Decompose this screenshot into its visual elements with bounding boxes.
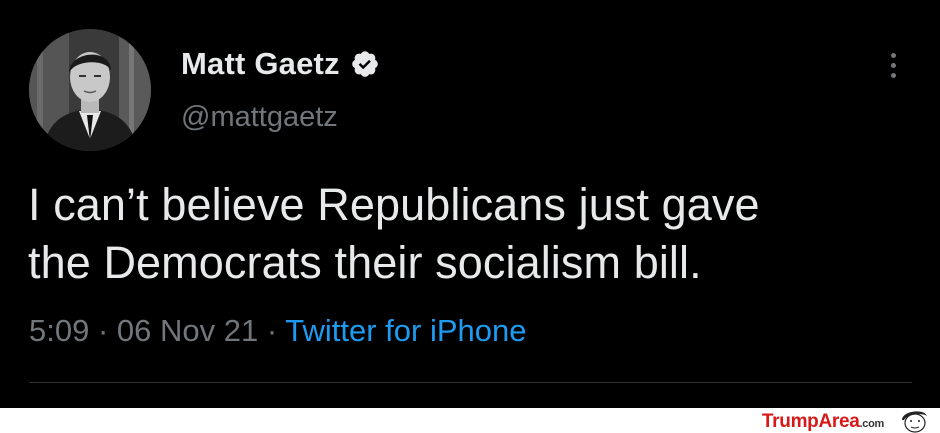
divider (29, 382, 912, 383)
watermark-brand: TrumpArea (761, 411, 860, 432)
author-name-row: Matt Gaetz (181, 44, 380, 84)
tweet-card: Matt Gaetz @mattgaetz I can’t believe Re… (0, 0, 940, 408)
more-options-icon[interactable] (876, 48, 910, 82)
display-name[interactable]: Matt Gaetz (181, 46, 340, 82)
profile-photo-icon (29, 29, 151, 151)
author-handle[interactable]: @mattgaetz (181, 101, 338, 134)
dot (890, 62, 896, 68)
tweet-metadata: 5:09 · 06 Nov 21 · Twitter for iPhone (29, 313, 526, 349)
avatar[interactable] (29, 29, 151, 151)
verified-badge-icon (350, 49, 380, 79)
dot (890, 72, 896, 78)
watermark-bar: TrumpArea.com (0, 408, 940, 433)
tweet-time[interactable]: 5:09 (29, 313, 89, 348)
tweet-text: I can’t believe Republicans just gave th… (28, 176, 908, 292)
tweet-text-line-2: the Democrats their socialism bill. (28, 237, 702, 288)
separator: · (97, 313, 117, 348)
watermark-logo: TrumpArea.com (762, 411, 884, 433)
watermark-suffix: .com (859, 418, 885, 430)
tweet-source-link[interactable]: Twitter for iPhone (285, 313, 526, 348)
separator: · (266, 313, 286, 348)
tweet-date[interactable]: 06 Nov 21 (117, 313, 258, 348)
watermark-caricature-icon (902, 411, 927, 433)
tweet-text-line-1: I can’t believe Republicans just gave (28, 179, 760, 230)
dot (890, 52, 896, 58)
